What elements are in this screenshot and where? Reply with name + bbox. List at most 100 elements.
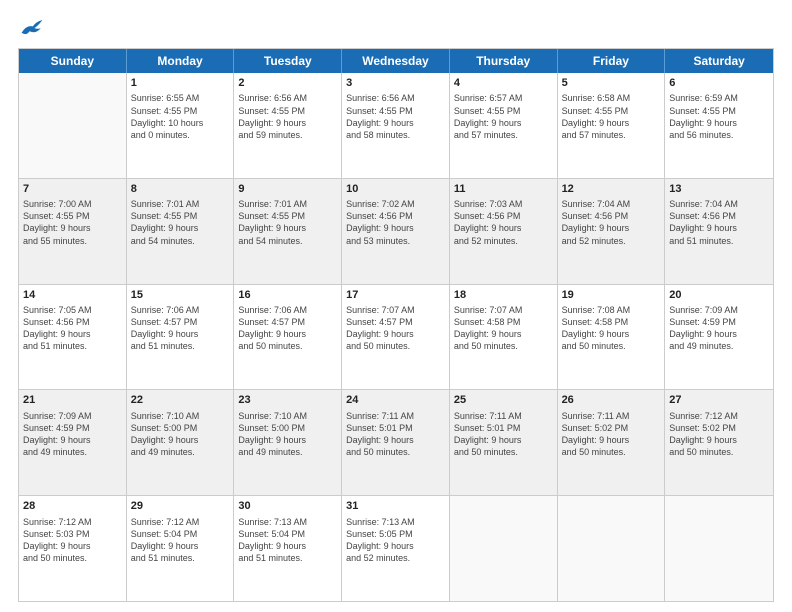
calendar-cell-0-2: 2Sunrise: 6:56 AM Sunset: 4:55 PM Daylig… bbox=[234, 73, 342, 178]
logo-bird-icon bbox=[20, 18, 44, 38]
day-number: 16 bbox=[238, 288, 337, 303]
day-info: Sunrise: 7:06 AM Sunset: 4:57 PM Dayligh… bbox=[238, 304, 337, 353]
calendar-row-0: 1Sunrise: 6:55 AM Sunset: 4:55 PM Daylig… bbox=[19, 73, 773, 179]
day-number: 14 bbox=[23, 288, 122, 303]
calendar-cell-3-5: 26 Sunrise: 7:11 AM Sunset: 5:02 PM Dayli… bbox=[558, 390, 666, 495]
calendar-cell-2-6: 20Sunrise: 7:09 AM Sunset: 4:59 PM Dayli… bbox=[665, 285, 773, 390]
calendar-body: 1Sunrise: 6:55 AM Sunset: 4:55 PM Daylig… bbox=[19, 73, 773, 601]
day-number: 2 bbox=[238, 76, 337, 91]
page: SundayMondayTuesdayWednesdayThursdayFrid… bbox=[0, 0, 792, 612]
day-info: Sunrise: 7:05 AM Sunset: 4:56 PM Dayligh… bbox=[23, 304, 122, 353]
day-number: 22 bbox=[131, 393, 230, 408]
calendar-cell-2-5: 19Sunrise: 7:08 AM Sunset: 4:58 PM Dayli… bbox=[558, 285, 666, 390]
day-info: Sunrise: 7:07 AM Sunset: 4:57 PM Dayligh… bbox=[346, 304, 445, 353]
day-info: Sunrise: 7:12 AM Sunset: 5:04 PM Dayligh… bbox=[131, 516, 230, 565]
day-info: Sunrise: 7:00 AM Sunset: 4:55 PM Dayligh… bbox=[23, 198, 122, 247]
calendar-cell-1-6: 13Sunrise: 7:04 AM Sunset: 4:56 PM Dayli… bbox=[665, 179, 773, 284]
header bbox=[18, 18, 774, 38]
day-number: 17 bbox=[346, 288, 445, 303]
calendar-row-3: 21 Sunrise: 7:09 AM Sunset: 4:59 PM Dayli… bbox=[19, 390, 773, 496]
calendar-cell-3-3: 24Sunrise: 7:11 AM Sunset: 5:01 PM Dayli… bbox=[342, 390, 450, 495]
day-info: Sunrise: 7:11 AM Sunset: 5:01 PM Dayligh… bbox=[454, 410, 553, 459]
logo bbox=[18, 18, 44, 38]
day-number: 12 bbox=[562, 182, 661, 197]
day-info: Sunrise: 7:11 AM Sunset: 5:02 PM Dayligh… bbox=[562, 410, 661, 459]
day-number: 23 bbox=[238, 393, 337, 408]
day-number: 26 bbox=[562, 393, 661, 408]
day-info: Sunrise: 7:01 AM Sunset: 4:55 PM Dayligh… bbox=[238, 198, 337, 247]
day-info: Sunrise: 6:57 AM Sunset: 4:55 PM Dayligh… bbox=[454, 92, 553, 141]
calendar-cell-1-4: 11Sunrise: 7:03 AM Sunset: 4:56 PM Dayli… bbox=[450, 179, 558, 284]
calendar-cell-3-2: 23 Sunrise: 7:10 AM Sunset: 5:00 PM Dayli… bbox=[234, 390, 342, 495]
day-number: 10 bbox=[346, 182, 445, 197]
day-info: Sunrise: 6:55 AM Sunset: 4:55 PM Dayligh… bbox=[131, 92, 230, 141]
calendar-cell-0-4: 4Sunrise: 6:57 AM Sunset: 4:55 PM Daylig… bbox=[450, 73, 558, 178]
day-info: Sunrise: 7:04 AM Sunset: 4:56 PM Dayligh… bbox=[562, 198, 661, 247]
calendar-cell-4-0: 28 Sunrise: 7:12 AM Sunset: 5:03 PM Dayli… bbox=[19, 496, 127, 601]
day-info: Sunrise: 7:11 AM Sunset: 5:01 PM Dayligh… bbox=[346, 410, 445, 459]
day-info: Sunrise: 7:09 AM Sunset: 4:59 PM Dayligh… bbox=[23, 410, 122, 459]
day-number: 9 bbox=[238, 182, 337, 197]
day-number: 28 bbox=[23, 499, 122, 514]
calendar-cell-1-2: 9Sunrise: 7:01 AM Sunset: 4:55 PM Daylig… bbox=[234, 179, 342, 284]
day-number: 1 bbox=[131, 76, 230, 91]
day-number: 29 bbox=[131, 499, 230, 514]
calendar-cell-4-6 bbox=[665, 496, 773, 601]
day-number: 27 bbox=[669, 393, 769, 408]
calendar-cell-4-5 bbox=[558, 496, 666, 601]
day-number: 7 bbox=[23, 182, 122, 197]
day-number: 5 bbox=[562, 76, 661, 91]
weekday-header-sunday: Sunday bbox=[19, 49, 127, 73]
calendar-header: SundayMondayTuesdayWednesdayThursdayFrid… bbox=[19, 49, 773, 73]
day-info: Sunrise: 7:10 AM Sunset: 5:00 PM Dayligh… bbox=[238, 410, 337, 459]
day-info: Sunrise: 6:56 AM Sunset: 4:55 PM Dayligh… bbox=[238, 92, 337, 141]
day-info: Sunrise: 7:04 AM Sunset: 4:56 PM Dayligh… bbox=[669, 198, 769, 247]
day-info: Sunrise: 6:59 AM Sunset: 4:55 PM Dayligh… bbox=[669, 92, 769, 141]
calendar-cell-1-3: 10Sunrise: 7:02 AM Sunset: 4:56 PM Dayli… bbox=[342, 179, 450, 284]
day-number: 15 bbox=[131, 288, 230, 303]
calendar-cell-3-4: 25 Sunrise: 7:11 AM Sunset: 5:01 PM Dayli… bbox=[450, 390, 558, 495]
calendar-row-1: 7Sunrise: 7:00 AM Sunset: 4:55 PM Daylig… bbox=[19, 179, 773, 285]
day-info: Sunrise: 7:09 AM Sunset: 4:59 PM Dayligh… bbox=[669, 304, 769, 353]
day-number: 13 bbox=[669, 182, 769, 197]
day-info: Sunrise: 6:58 AM Sunset: 4:55 PM Dayligh… bbox=[562, 92, 661, 141]
weekday-header-wednesday: Wednesday bbox=[342, 49, 450, 73]
day-number: 3 bbox=[346, 76, 445, 91]
calendar-cell-4-4 bbox=[450, 496, 558, 601]
day-info: Sunrise: 7:10 AM Sunset: 5:00 PM Dayligh… bbox=[131, 410, 230, 459]
calendar-row-4: 28 Sunrise: 7:12 AM Sunset: 5:03 PM Dayli… bbox=[19, 496, 773, 601]
day-number: 30 bbox=[238, 499, 337, 514]
day-info: Sunrise: 7:07 AM Sunset: 4:58 PM Dayligh… bbox=[454, 304, 553, 353]
weekday-header-monday: Monday bbox=[127, 49, 235, 73]
weekday-header-friday: Friday bbox=[558, 49, 666, 73]
day-number: 31 bbox=[346, 499, 445, 514]
calendar-cell-0-6: 6Sunrise: 6:59 AM Sunset: 4:55 PM Daylig… bbox=[665, 73, 773, 178]
day-number: 25 bbox=[454, 393, 553, 408]
day-info: Sunrise: 7:08 AM Sunset: 4:58 PM Dayligh… bbox=[562, 304, 661, 353]
weekday-header-thursday: Thursday bbox=[450, 49, 558, 73]
calendar-cell-1-0: 7Sunrise: 7:00 AM Sunset: 4:55 PM Daylig… bbox=[19, 179, 127, 284]
calendar-cell-0-5: 5Sunrise: 6:58 AM Sunset: 4:55 PM Daylig… bbox=[558, 73, 666, 178]
day-number: 18 bbox=[454, 288, 553, 303]
day-number: 21 bbox=[23, 393, 122, 408]
calendar-cell-4-2: 30 Sunrise: 7:13 AM Sunset: 5:04 PM Dayli… bbox=[234, 496, 342, 601]
calendar-cell-1-1: 8Sunrise: 7:01 AM Sunset: 4:55 PM Daylig… bbox=[127, 179, 235, 284]
calendar-cell-2-1: 15Sunrise: 7:06 AM Sunset: 4:57 PM Dayli… bbox=[127, 285, 235, 390]
calendar-cell-0-3: 3Sunrise: 6:56 AM Sunset: 4:55 PM Daylig… bbox=[342, 73, 450, 178]
day-number: 8 bbox=[131, 182, 230, 197]
weekday-header-tuesday: Tuesday bbox=[234, 49, 342, 73]
calendar-cell-2-3: 17Sunrise: 7:07 AM Sunset: 4:57 PM Dayli… bbox=[342, 285, 450, 390]
day-number: 6 bbox=[669, 76, 769, 91]
calendar-cell-1-5: 12Sunrise: 7:04 AM Sunset: 4:56 PM Dayli… bbox=[558, 179, 666, 284]
day-info: Sunrise: 6:56 AM Sunset: 4:55 PM Dayligh… bbox=[346, 92, 445, 141]
day-info: Sunrise: 7:12 AM Sunset: 5:02 PM Dayligh… bbox=[669, 410, 769, 459]
calendar-cell-3-6: 27 Sunrise: 7:12 AM Sunset: 5:02 PM Dayli… bbox=[665, 390, 773, 495]
calendar-cell-0-0 bbox=[19, 73, 127, 178]
day-info: Sunrise: 7:02 AM Sunset: 4:56 PM Dayligh… bbox=[346, 198, 445, 247]
day-info: Sunrise: 7:13 AM Sunset: 5:04 PM Dayligh… bbox=[238, 516, 337, 565]
calendar-cell-3-1: 22 Sunrise: 7:10 AM Sunset: 5:00 PM Dayli… bbox=[127, 390, 235, 495]
calendar-row-2: 14Sunrise: 7:05 AM Sunset: 4:56 PM Dayli… bbox=[19, 285, 773, 391]
day-info: Sunrise: 7:12 AM Sunset: 5:03 PM Dayligh… bbox=[23, 516, 122, 565]
day-number: 11 bbox=[454, 182, 553, 197]
calendar: SundayMondayTuesdayWednesdayThursdayFrid… bbox=[18, 48, 774, 602]
